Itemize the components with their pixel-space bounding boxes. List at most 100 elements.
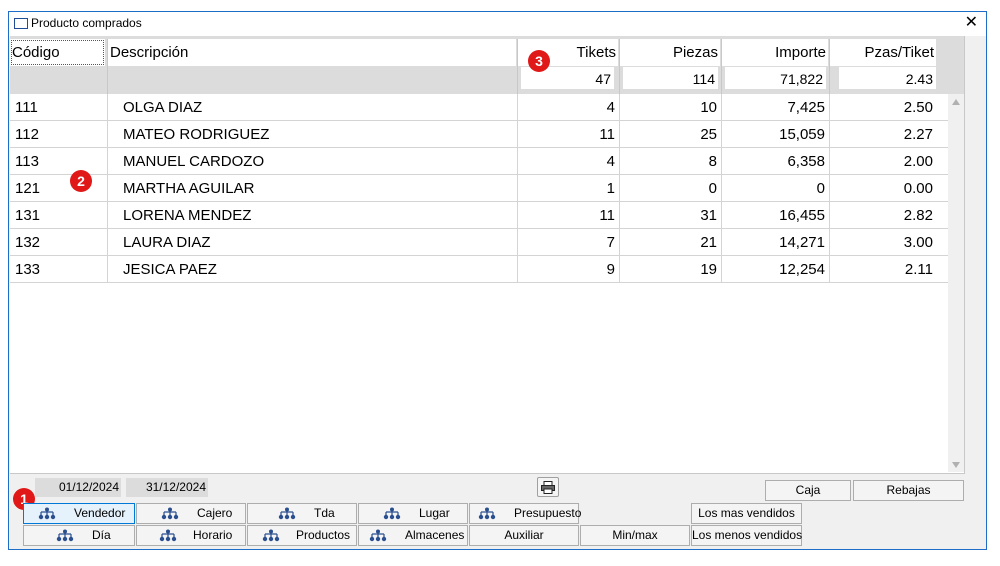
tree-icon — [159, 529, 177, 542]
callout-badge-3: 3 — [528, 50, 550, 72]
tree-icon — [38, 507, 56, 520]
products-window: Producto comprados ✕ Código Descripción … — [8, 11, 987, 550]
column-divider — [517, 94, 518, 283]
vertical-scrollbar[interactable] — [948, 94, 964, 472]
cell-tickets: 11 — [599, 207, 615, 224]
table-row[interactable]: 121 MARTHA AGUILAR 1 0 0 0.00 — [10, 175, 948, 202]
cell-description: MARTHA AGUILAR — [123, 180, 255, 197]
column-header-pieces[interactable]: Piezas — [620, 39, 720, 66]
column-divider — [721, 94, 722, 283]
tda-button[interactable]: Tda — [247, 503, 357, 524]
header-divider — [619, 39, 620, 94]
cell-pieces: 10 — [700, 99, 717, 116]
column-header-pcs-per-ticket[interactable]: Pzas/Tiket — [830, 39, 936, 66]
tree-icon — [383, 507, 401, 520]
table-row[interactable]: 132 LAURA DIAZ 7 21 14,271 3.00 — [10, 229, 948, 256]
table-row[interactable]: 111 OLGA DIAZ 4 10 7,425 2.50 — [10, 94, 948, 121]
total-amount: 71,822 — [725, 67, 826, 89]
button-label: Almacenes — [405, 528, 465, 542]
close-button[interactable]: ✕ — [965, 13, 978, 33]
rebajas-button[interactable]: Rebajas — [853, 480, 964, 501]
horario-button[interactable]: Horario — [136, 525, 246, 546]
window-title: Producto comprados — [31, 16, 142, 30]
print-button[interactable] — [537, 477, 559, 497]
cell-pieces: 8 — [708, 153, 717, 170]
cell-pieces: 25 — [700, 126, 717, 143]
scroll-up-icon[interactable] — [952, 99, 960, 105]
button-label: Tda — [314, 506, 335, 520]
column-divider — [107, 94, 108, 283]
presupuesto-button[interactable]: Presupuesto — [469, 503, 582, 524]
cell-code: 111 — [15, 99, 38, 116]
dia-button[interactable]: Día — [23, 525, 135, 546]
cell-description: LORENA MENDEZ — [123, 207, 252, 224]
date-from-field[interactable]: 01/12/2024 — [35, 478, 121, 497]
cell-code: 133 — [15, 261, 41, 278]
grid-body: 111 OLGA DIAZ 4 10 7,425 2.50 112 MATEO RODRIGU… — [10, 94, 948, 283]
auxiliar-button[interactable]: Auxiliar — [469, 525, 579, 546]
cell-pcs-per-ticket: 0.00 — [903, 180, 933, 197]
cell-amount: 15,059 — [779, 126, 825, 143]
minmax-button[interactable]: Min/max — [580, 525, 690, 546]
button-label: Horario — [193, 528, 233, 542]
header-divider — [721, 39, 722, 94]
table-row[interactable]: 131 LORENA MENDEZ 11 31 16,455 2.82 — [10, 202, 948, 229]
cell-pieces: 21 — [700, 234, 717, 251]
table-row[interactable]: 112 MATEO RODRIGUEZ 11 25 15,059 2.27 — [10, 121, 948, 148]
cajero-button[interactable]: Cajero — [136, 503, 246, 524]
window-icon — [14, 18, 28, 29]
button-label: Lugar — [419, 506, 450, 520]
cell-tickets: 4 — [606, 99, 615, 116]
cell-pieces: 19 — [700, 261, 717, 278]
cell-amount: 14,271 — [779, 234, 825, 251]
column-header-description[interactable]: Descripción — [108, 39, 516, 66]
column-divider — [619, 94, 620, 283]
cell-pcs-per-ticket: 3.00 — [903, 234, 933, 251]
callout-badge-2: 2 — [70, 170, 92, 192]
vendedor-button[interactable]: Vendedor — [23, 503, 135, 524]
scroll-down-icon[interactable] — [952, 462, 960, 468]
cell-pieces: 0 — [708, 180, 717, 197]
almacenes-button[interactable]: Almacenes — [358, 525, 468, 546]
mas-vendidos-button[interactable]: Los mas vendidos — [691, 503, 802, 524]
cell-description: JESICA PAEZ — [123, 261, 217, 278]
cell-pcs-per-ticket: 2.00 — [903, 153, 933, 170]
button-label: Cajero — [197, 506, 233, 520]
caja-button[interactable]: Caja — [765, 480, 851, 501]
cell-pcs-per-ticket: 2.50 — [903, 99, 933, 116]
cell-amount: 0 — [816, 180, 825, 197]
grid-header: Código Descripción Tikets Piezas Importe… — [10, 36, 964, 94]
column-header-code[interactable]: Código — [10, 39, 105, 66]
data-grid: Código Descripción Tikets Piezas Importe… — [10, 36, 965, 474]
tree-icon — [262, 529, 280, 542]
date-to-field[interactable]: 31/12/2024 — [126, 478, 208, 497]
table-row[interactable]: 133 JESICA PAEZ 9 19 12,254 2.11 — [10, 256, 948, 283]
cell-tickets: 11 — [599, 126, 615, 143]
cell-code: 113 — [15, 153, 39, 170]
cell-tickets: 4 — [606, 153, 615, 170]
productos-button[interactable]: Productos — [247, 525, 357, 546]
button-label: Productos — [296, 528, 351, 542]
tree-icon — [278, 507, 296, 520]
printer-icon — [541, 481, 555, 494]
cell-tickets: 9 — [606, 261, 615, 278]
cell-amount: 6,358 — [787, 153, 825, 170]
button-label: Presupuesto — [514, 506, 582, 520]
tree-icon — [56, 529, 74, 542]
column-divider — [829, 94, 830, 283]
header-divider — [107, 39, 108, 94]
cell-code: 112 — [15, 126, 39, 143]
lugar-button[interactable]: Lugar — [358, 503, 468, 524]
cell-description: MATEO RODRIGUEZ — [123, 126, 270, 143]
cell-pcs-per-ticket: 2.27 — [903, 126, 933, 143]
cell-code: 132 — [15, 234, 41, 251]
cell-description: OLGA DIAZ — [123, 99, 203, 116]
tree-icon — [369, 529, 387, 542]
cell-pcs-per-ticket: 2.82 — [903, 207, 933, 224]
column-header-amount[interactable]: Importe — [722, 39, 828, 66]
cell-amount: 7,425 — [787, 99, 825, 116]
button-label: Vendedor — [74, 506, 126, 520]
table-row[interactable]: 113 MANUEL CARDOZO 4 8 6,358 2.00 — [10, 148, 948, 175]
cell-amount: 16,455 — [779, 207, 825, 224]
menos-vendidos-button[interactable]: Los menos vendidos — [691, 525, 802, 546]
